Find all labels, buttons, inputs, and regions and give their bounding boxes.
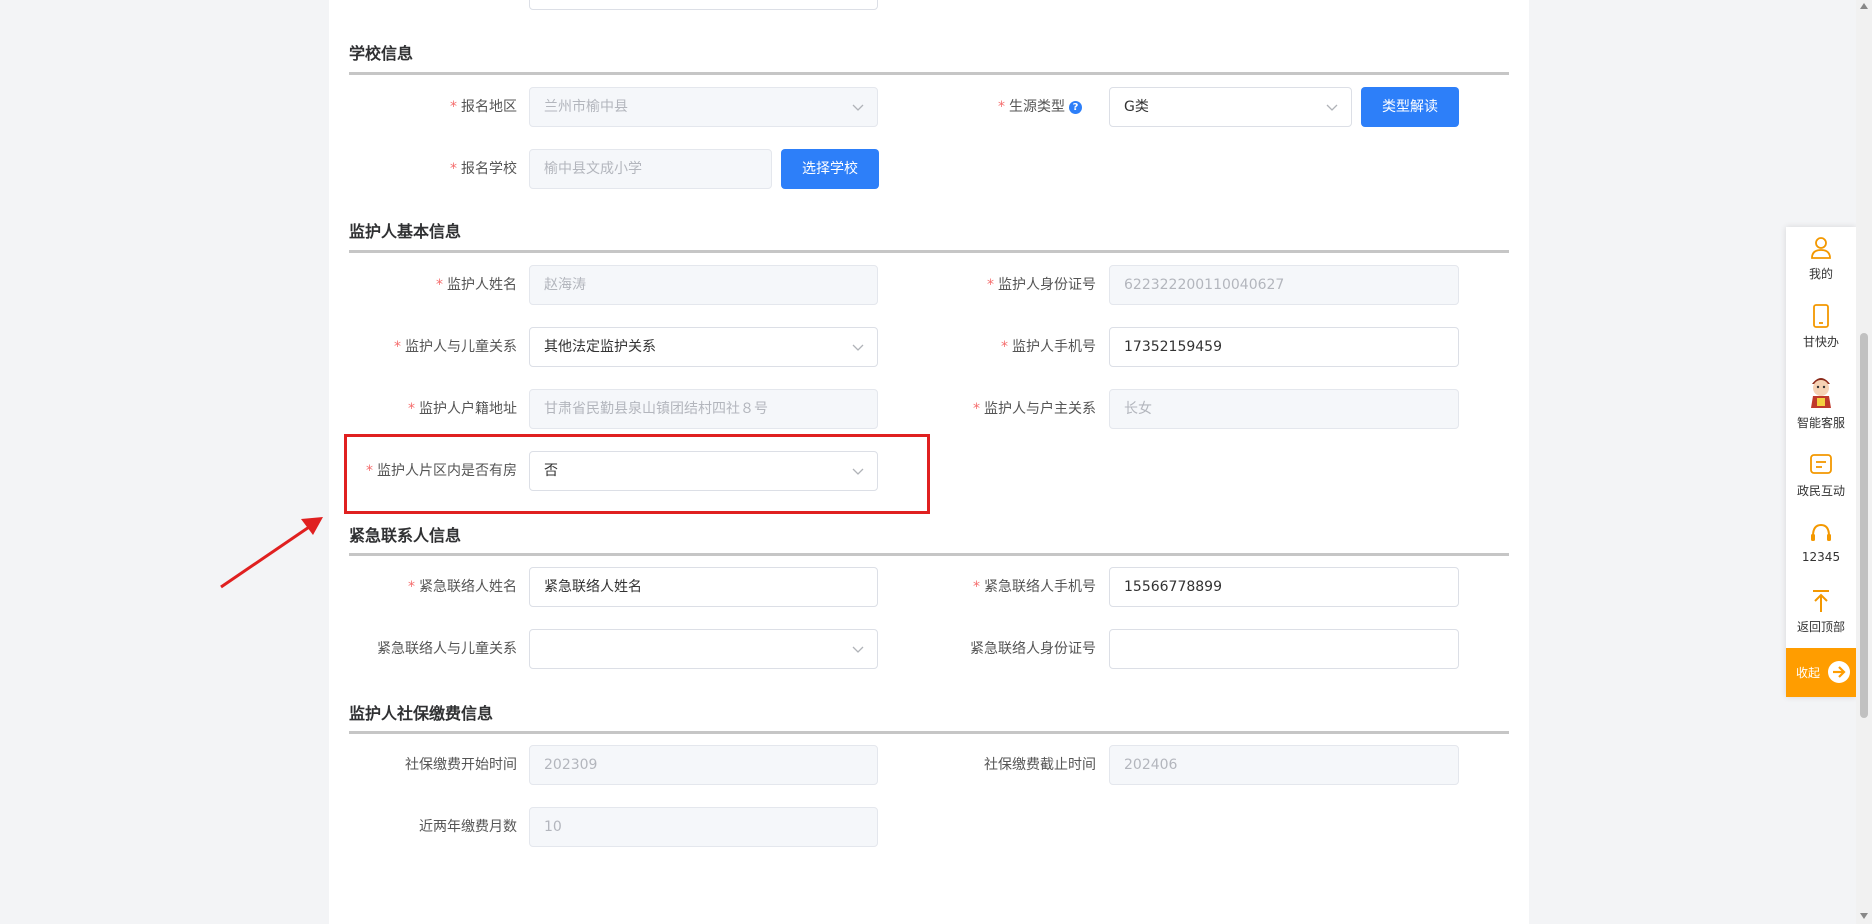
- emergency-id-input[interactable]: [1109, 629, 1459, 669]
- chevron-down-icon: [852, 344, 864, 351]
- chevron-down-icon: [852, 646, 864, 653]
- section-title-emergency: 紧急联系人信息: [349, 526, 462, 545]
- section-divider: [349, 250, 1509, 253]
- months-paid-input[interactable]: 10: [529, 807, 878, 847]
- emergency-relation-label: 紧急联络人与儿童关系: [377, 641, 517, 657]
- message-icon: [1810, 454, 1832, 474]
- mascot-icon: [1811, 378, 1831, 408]
- social-end-label: 社保缴费截止时间: [984, 757, 1096, 773]
- phone-icon: [1813, 304, 1829, 328]
- section-divider: [349, 731, 1509, 734]
- emergency-name-label: * 紧急联络人姓名: [408, 579, 517, 595]
- months-paid-label: 近两年缴费月数: [419, 819, 517, 835]
- guardian-phone-input[interactable]: 17352159459: [1109, 327, 1459, 367]
- chevron-down-icon: [1326, 104, 1338, 111]
- sidebar-item-interaction[interactable]: 政民互动: [1786, 452, 1856, 499]
- emergency-relation-select[interactable]: [529, 629, 878, 669]
- user-icon: [1811, 237, 1831, 259]
- sidebar-item-label: 政民互动: [1796, 484, 1845, 498]
- school-input[interactable]: 榆中县文成小学: [529, 149, 772, 189]
- sidebar-item-label: 我的: [1808, 267, 1833, 281]
- household-relation-input[interactable]: 长女: [1109, 389, 1459, 429]
- sidebar-collapse-button[interactable]: 收起: [1786, 648, 1856, 697]
- collapse-label: 收起: [1796, 666, 1821, 680]
- source-type-value: G类: [1124, 99, 1149, 115]
- guardian-address-input[interactable]: 甘肃省民勤县泉山镇团结村四社８号: [529, 389, 878, 429]
- choose-school-button[interactable]: 选择学校: [781, 149, 879, 189]
- previous-field-edge: [529, 0, 878, 10]
- emergency-name-input[interactable]: 紧急联络人姓名: [529, 567, 878, 607]
- social-start-input[interactable]: 202309: [529, 745, 878, 785]
- sidebar-item-label: 甘快办: [1802, 335, 1839, 349]
- guardian-id-label: * 监护人身份证号: [987, 277, 1096, 293]
- guardian-relation-select[interactable]: 其他法定监护关系: [529, 327, 878, 367]
- source-type-label: * 生源类型?: [902, 87, 1082, 127]
- region-value: 兰州市榆中县: [544, 99, 628, 115]
- floating-sidebar: 我的 甘快办 智能客服 政民互动 12345 返回顶部: [1786, 227, 1856, 697]
- guardian-phone-label: * 监护人手机号: [1001, 339, 1096, 355]
- scroll-up-arrow-icon[interactable]: [1860, 3, 1868, 9]
- social-start-label: 社保缴费开始时间: [405, 757, 517, 773]
- pointer-arrow-icon: [220, 517, 323, 589]
- chevron-down-icon: [852, 104, 864, 111]
- section-title-social-security: 监护人社保缴费信息: [349, 704, 494, 723]
- sidebar-item-smart-service[interactable]: 智能客服: [1786, 372, 1856, 431]
- guardian-relation-label: * 监护人与儿童关系: [394, 339, 517, 355]
- sidebar-item-label: 12345: [1801, 550, 1841, 564]
- social-end-input[interactable]: 202406: [1109, 745, 1459, 785]
- household-relation-label: * 监护人与户主关系: [973, 401, 1096, 417]
- section-title-school: 学校信息: [349, 44, 414, 63]
- sidebar-item-label: 智能客服: [1796, 416, 1845, 430]
- school-label: * 报名学校: [450, 161, 517, 177]
- sidebar-item-my[interactable]: 我的: [1786, 235, 1856, 282]
- sidebar-item-gankuaiban[interactable]: 甘快办: [1786, 303, 1856, 350]
- arrow-right-circle-icon: [1828, 661, 1850, 683]
- section-divider: [349, 72, 1509, 75]
- arrow-up-icon: [1813, 590, 1829, 612]
- sidebar-item-label: 返回顶部: [1796, 620, 1845, 634]
- region-label: * 报名地区: [450, 99, 517, 115]
- region-select[interactable]: 兰州市榆中县: [529, 87, 878, 127]
- help-icon[interactable]: ?: [1069, 101, 1082, 114]
- guardian-id-input[interactable]: 622322200110040627: [1109, 265, 1459, 305]
- highlight-box: [344, 434, 930, 514]
- emergency-id-label: 紧急联络人身份证号: [970, 641, 1096, 657]
- sidebar-item-back-to-top[interactable]: 返回顶部: [1786, 588, 1856, 635]
- guardian-address-label: * 监护人户籍地址: [408, 401, 517, 417]
- sidebar-item-12345[interactable]: 12345: [1786, 520, 1856, 564]
- emergency-phone-label: * 紧急联络人手机号: [973, 579, 1096, 595]
- headset-icon: [1811, 523, 1831, 541]
- source-type-select[interactable]: G类: [1109, 87, 1352, 127]
- section-divider: [349, 553, 1509, 556]
- guardian-relation-value: 其他法定监护关系: [544, 339, 656, 355]
- guardian-name-input[interactable]: 赵海涛: [529, 265, 878, 305]
- scrollbar-thumb[interactable]: [1860, 333, 1868, 718]
- scroll-down-arrow-icon[interactable]: [1860, 913, 1868, 919]
- guardian-name-label: * 监护人姓名: [436, 277, 517, 293]
- emergency-phone-input[interactable]: 15566778899: [1109, 567, 1459, 607]
- section-title-guardian: 监护人基本信息: [349, 222, 462, 241]
- type-explain-button[interactable]: 类型解读: [1361, 87, 1459, 127]
